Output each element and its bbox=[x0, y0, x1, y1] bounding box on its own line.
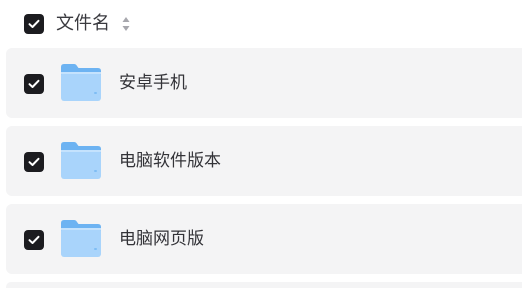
row-checkbox[interactable] bbox=[24, 230, 44, 250]
column-header-filename[interactable]: 文件名 bbox=[56, 12, 110, 36]
list-item-partial bbox=[6, 282, 522, 288]
file-name[interactable]: 电脑软件版本 bbox=[119, 148, 221, 174]
row-checkbox[interactable] bbox=[24, 152, 44, 172]
list-item[interactable]: 电脑网页版 bbox=[6, 204, 522, 274]
folder-icon bbox=[61, 220, 101, 257]
checkmark-icon bbox=[28, 235, 40, 244]
folder-icon bbox=[61, 142, 101, 179]
row-checkbox[interactable] bbox=[24, 74, 44, 94]
checkmark-icon bbox=[28, 157, 40, 166]
select-all-checkbox[interactable] bbox=[24, 14, 44, 34]
sort-icon[interactable] bbox=[121, 15, 131, 33]
folder-icon bbox=[61, 64, 101, 101]
file-list-header: 文件名 bbox=[0, 0, 522, 48]
file-name[interactable]: 电脑网页版 bbox=[119, 226, 204, 252]
list-item[interactable]: 安卓手机 bbox=[6, 48, 522, 118]
checkmark-icon bbox=[28, 19, 40, 28]
list-item[interactable]: 电脑软件版本 bbox=[6, 126, 522, 196]
checkmark-icon bbox=[28, 79, 40, 88]
file-name[interactable]: 安卓手机 bbox=[119, 70, 187, 96]
file-list-panel: 文件名 安卓手机 电脑软件版本 电脑网页版 bbox=[0, 0, 522, 288]
